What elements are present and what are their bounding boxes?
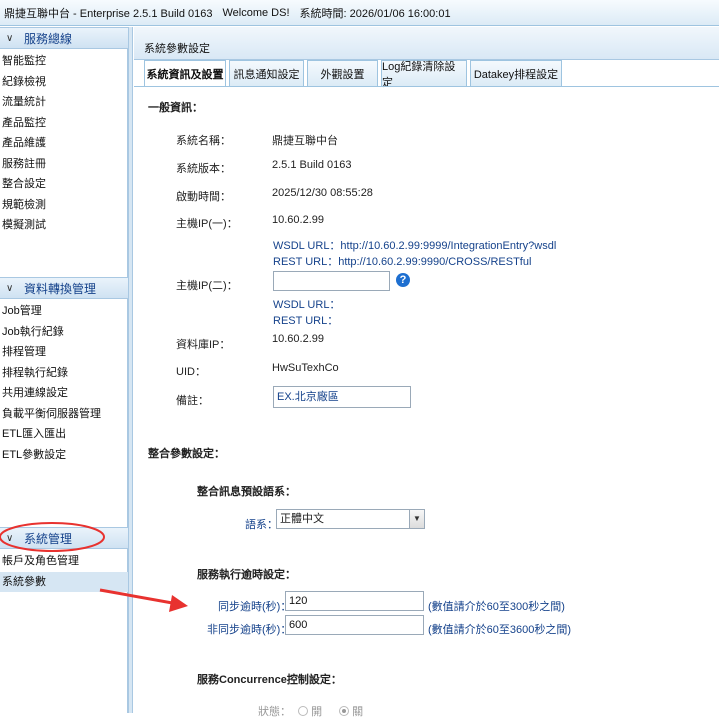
wsdl-url-2[interactable]: WSDL URL： <box>273 296 340 312</box>
sync-timeout-hint: (數值請介於60至300秒之間) <box>428 601 565 613</box>
chevron-down-icon[interactable]: ▼ <box>409 509 425 529</box>
app-title: 鼎捷互聯中台 - Enterprise 2.5.1 Build 0163 <box>4 7 213 20</box>
radio-on-label: 開 <box>311 706 323 718</box>
lang-selected-value: 正體中文 <box>280 513 324 525</box>
rest-url-1[interactable]: REST URL：http://10.60.2.99:9990/CROSS/RE… <box>273 253 531 269</box>
rest-url-2[interactable]: REST URL： <box>273 312 338 328</box>
sync-timeout-label: 同步逾時(秒)： <box>218 601 292 613</box>
radio-off-label: 關 <box>352 706 364 718</box>
uid-value: HwSuTexhCo <box>272 362 339 374</box>
sidebar-item[interactable]: 負載平衡伺服器管理 <box>0 404 128 425</box>
sidebar-item[interactable]: 智能監控 <box>0 51 128 72</box>
top-bar: 鼎捷互聯中台 - Enterprise 2.5.1 Build 0163 Wel… <box>0 0 719 26</box>
tab-log-cleanup[interactable]: Log紀錄清除設定 <box>381 60 467 89</box>
main-panel: 系統參數設定 系統資訊及設置 訊息通知設定 外觀設置 Log紀錄清除設定 Dat… <box>134 27 719 718</box>
radio-on[interactable] <box>298 706 309 716</box>
sidebar-item[interactable]: 規範檢測 <box>0 195 128 216</box>
host2-label: 主機IP(二)： <box>176 280 238 292</box>
nav-list-data-transform: Job管理 Job執行紀錄 排程管理 排程執行紀錄 共用連線設定 負載平衡伺服器… <box>0 301 128 465</box>
start-time-label: 啟動時間： <box>176 191 231 203</box>
sidebar-item[interactable]: 產品維護 <box>0 133 128 154</box>
nav-list-service-bus: 智能監控 紀錄檢視 流量統計 產品監控 產品維護 服務註冊 整合設定 規範檢測 … <box>0 51 128 236</box>
async-timeout-hint: (數值請介於60至3600秒之間) <box>428 624 572 636</box>
tab-notification[interactable]: 訊息通知設定 <box>229 60 304 86</box>
panel-title: 系統參數設定 <box>144 43 210 55</box>
sidebar-item[interactable]: ETL匯入匯出 <box>0 424 128 445</box>
host1-value: 10.60.2.99 <box>272 214 324 226</box>
sidebar-item[interactable]: 流量統計 <box>0 92 128 113</box>
tab-system-info[interactable]: 系統資訊及設置 <box>144 60 226 87</box>
general-heading: 一般資訊： <box>148 102 203 114</box>
version-value: 2.5.1 Build 0163 <box>272 159 352 171</box>
concurrence-heading: 服務Concurrence控制設定： <box>197 674 342 686</box>
sidebar-item[interactable]: 排程執行紀錄 <box>0 363 128 384</box>
async-timeout-input[interactable] <box>285 615 424 635</box>
lang-select[interactable]: 正體中文 ▼ <box>276 509 425 529</box>
welcome-text: Welcome DS! <box>222 6 290 19</box>
radio-off[interactable] <box>339 706 350 716</box>
tab-appearance[interactable]: 外觀設置 <box>307 60 378 86</box>
sidebar-item[interactable]: 服務註冊 <box>0 154 128 175</box>
sidebar-item[interactable]: Job管理 <box>0 301 128 322</box>
help-icon[interactable]: ? <box>396 273 410 287</box>
wsdl-url-1[interactable]: WSDL URL：http://10.60.2.99:9999/Integrat… <box>273 237 556 253</box>
start-time-value: 2025/12/30 08:55:28 <box>272 187 373 199</box>
system-name-label: 系統名稱： <box>176 135 231 147</box>
panel-header: 系統參數設定 <box>134 27 719 60</box>
concurrence-status: 狀態： 開 關 <box>258 703 363 719</box>
async-timeout-label: 非同步逾時(秒)： <box>207 624 292 636</box>
section-header-data-transform[interactable]: ∨ 資料轉換管理 <box>0 277 128 299</box>
db-ip-value: 10.60.2.99 <box>272 333 324 345</box>
integration-heading: 整合參數設定： <box>148 448 225 460</box>
status-label: 狀態： <box>258 706 291 718</box>
lang-label: 語系： <box>245 519 278 531</box>
note-label: 備註： <box>176 395 209 407</box>
version-label: 系統版本： <box>176 163 231 175</box>
sidebar-item[interactable]: ETL參數設定 <box>0 445 128 466</box>
splitter-handle[interactable] <box>128 27 133 713</box>
sidebar-item[interactable]: 紀錄檢視 <box>0 72 128 93</box>
chevron-down-icon: ∨ <box>6 32 14 44</box>
sidebar-item[interactable]: 產品監控 <box>0 113 128 134</box>
host2-input[interactable] <box>273 271 390 291</box>
sync-timeout-input[interactable] <box>285 591 424 611</box>
tab-bar: 系統資訊及設置 訊息通知設定 外觀設置 Log紀錄清除設定 Datakey排程設… <box>144 60 565 89</box>
tab-content: 一般資訊： 系統名稱： 鼎捷互聯中台 系統版本： 2.5.1 Build 016… <box>134 86 719 718</box>
sidebar-item[interactable]: 排程管理 <box>0 342 128 363</box>
db-ip-label: 資料庫IP： <box>176 339 231 351</box>
sidebar-item[interactable]: 模擬測試 <box>0 215 128 236</box>
sidebar-item-system-params[interactable]: 系統參數 <box>0 571 128 592</box>
section-header-system-admin[interactable]: ∨ 系統管理 <box>0 527 128 549</box>
section-header-service-bus[interactable]: ∨ 服務總線 <box>0 27 128 49</box>
timeout-heading: 服務執行逾時設定： <box>197 569 296 581</box>
nav-list-system-admin: 帳戶及角色管理 系統參數 <box>0 551 128 592</box>
chevron-down-icon: ∨ <box>6 532 14 544</box>
sidebar-item[interactable]: 整合設定 <box>0 174 128 195</box>
note-input[interactable]: EX.北京廠區 <box>273 386 411 408</box>
sidebar-item[interactable]: Job執行紀錄 <box>0 322 128 343</box>
system-name-value: 鼎捷互聯中台 <box>272 135 338 147</box>
tab-datakey-schedule[interactable]: Datakey排程設定 <box>470 60 562 86</box>
sidebar: ∨ 服務總線 智能監控 紀錄檢視 流量統計 產品監控 產品維護 服務註冊 整合設… <box>0 27 128 713</box>
host1-label: 主機IP(一)： <box>176 218 238 230</box>
sidebar-item[interactable]: 共用連線設定 <box>0 383 128 404</box>
sidebar-item-accounts[interactable]: 帳戶及角色管理 <box>0 551 128 572</box>
lang-heading: 整合訊息預設語系： <box>197 486 296 498</box>
system-time: 系統時間: 2026/01/06 16:00:01 <box>299 7 451 20</box>
uid-label: UID： <box>176 366 206 378</box>
chevron-down-icon: ∨ <box>6 282 14 294</box>
